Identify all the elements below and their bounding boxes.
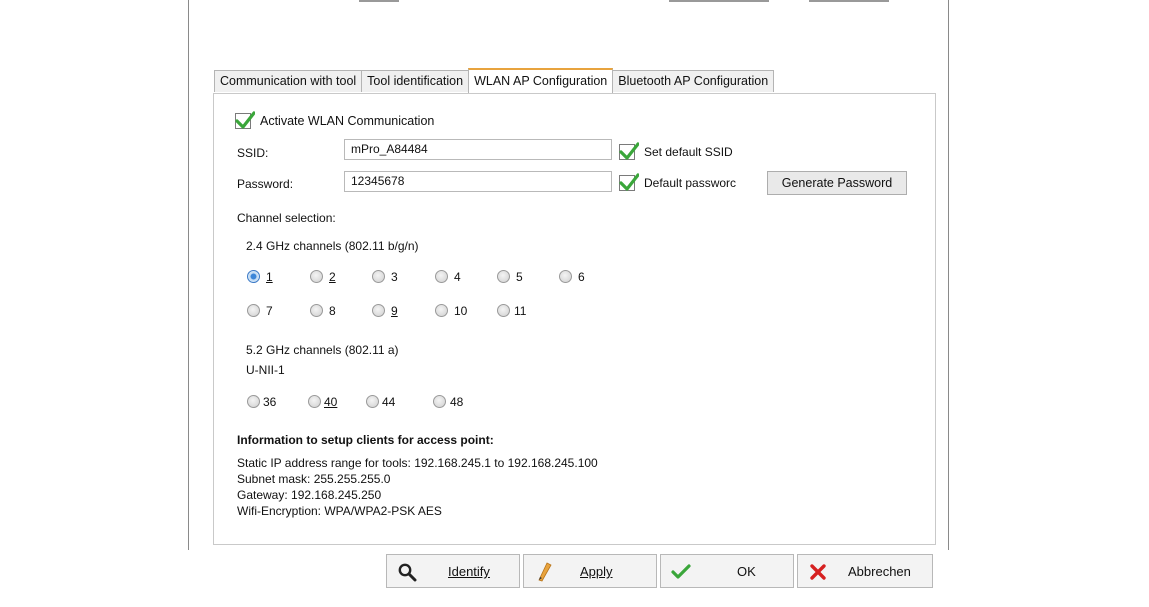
band-52ghz-label: 5.2 GHz channels (802.11 a) (246, 343, 399, 357)
channel-selection-label: Channel selection: (237, 211, 336, 225)
tab-strip: Communication with tool Tool identificat… (214, 68, 775, 93)
password-label: Password: (237, 177, 294, 191)
channel-7-radio[interactable] (247, 304, 260, 317)
channel-40-label: 40 (324, 395, 338, 409)
channel-7-label: 7 (266, 304, 273, 318)
tab-wlan-ap-configuration[interactable]: WLAN AP Configuration (468, 68, 614, 93)
channel-8-radio[interactable] (310, 304, 323, 317)
ssid-input[interactable]: mPro_A84484 (344, 139, 612, 160)
magnifier-icon (398, 563, 417, 582)
channel-44-label: 44 (382, 395, 396, 409)
tab-bluetooth-ap-configuration[interactable]: Bluetooth AP Configuration (612, 70, 775, 92)
top-toolbar-remnant (359, 0, 399, 2)
identify-button-label: Identify (448, 564, 490, 579)
checkmark-icon (619, 173, 639, 191)
channel-6-radio[interactable] (559, 270, 572, 283)
password-input[interactable]: 12345678 (344, 171, 612, 192)
channel-10-label: 10 (454, 304, 468, 318)
identify-button[interactable]: Identify (386, 554, 520, 588)
pencil-icon (538, 562, 552, 582)
wlan-config-panel: Activate WLAN Communication SSID: mPro_A… (213, 93, 936, 545)
channel-2-radio[interactable] (310, 270, 323, 283)
tab-communication-with-tool[interactable]: Communication with tool (214, 70, 363, 92)
checkmark-icon (671, 564, 691, 579)
checkmark-icon (235, 111, 255, 129)
channel-4-radio[interactable] (435, 270, 448, 283)
activate-wlan-label: Activate WLAN Communication (260, 114, 435, 128)
channel-36-label: 36 (263, 395, 277, 409)
apply-button[interactable]: Apply (523, 554, 657, 588)
channel-11-label: 11 (514, 304, 527, 318)
encryption-text: Wifi-Encryption: WPA/WPA2-PSK AES (237, 504, 442, 518)
channel-3-radio[interactable] (372, 270, 385, 283)
channel-10-radio[interactable] (435, 304, 448, 317)
channel-2-label: 2 (329, 270, 336, 284)
channel-8-label: 8 (329, 304, 336, 318)
channel-1-radio[interactable] (247, 270, 260, 283)
set-default-ssid-checkbox[interactable] (619, 142, 639, 160)
channel-11-radio[interactable] (497, 304, 510, 317)
client-info-heading: Information to setup clients for access … (237, 433, 494, 447)
wlan-settings-dialog: Communication with tool Tool identificat… (188, 0, 949, 605)
checkmark-icon (619, 142, 639, 160)
channel-44-radio[interactable] (366, 395, 379, 408)
ok-button[interactable]: OK (660, 554, 794, 588)
subnet-mask-text: Subnet mask: 255.255.255.0 (237, 472, 391, 486)
top-toolbar-remnant (809, 0, 889, 2)
gateway-text: Gateway: 192.168.245.250 (237, 488, 382, 502)
apply-button-label: Apply (580, 564, 613, 579)
dialog-button-bar: Identify Apply OK Abbrechen (188, 550, 949, 605)
channel-1-label: 1 (266, 270, 273, 284)
channel-3-label: 3 (391, 270, 398, 284)
channel-9-label: 9 (391, 304, 398, 318)
channel-48-radio[interactable] (433, 395, 446, 408)
set-default-ssid-label: Set default SSID (644, 145, 733, 159)
channel-40-radio[interactable] (308, 395, 321, 408)
cancel-button[interactable]: Abbrechen (797, 554, 933, 588)
ip-range-text: Static IP address range for tools: 192.1… (237, 456, 598, 470)
channel-48-label: 48 (450, 395, 464, 409)
default-password-checkbox[interactable] (619, 173, 639, 191)
channel-6-label: 6 (578, 270, 585, 284)
channel-5-radio[interactable] (497, 270, 510, 283)
channel-9-radio[interactable] (372, 304, 385, 317)
channel-5-label: 5 (516, 270, 523, 284)
band-24ghz-label: 2.4 GHz channels (802.11 b/g/n) (246, 239, 419, 253)
tab-tool-identification[interactable]: Tool identification (361, 70, 470, 92)
ok-button-label: OK (737, 564, 756, 579)
channel-4-label: 4 (454, 270, 461, 284)
channel-36-radio[interactable] (247, 395, 260, 408)
activate-wlan-checkbox[interactable] (235, 111, 255, 129)
cancel-button-label: Abbrechen (848, 564, 911, 579)
ssid-label: SSID: (237, 146, 269, 160)
generate-password-button[interactable]: Generate Password (767, 171, 907, 195)
close-icon (810, 564, 826, 580)
default-password-label: Default passworc (644, 176, 737, 190)
top-toolbar-remnant (669, 0, 769, 2)
unii-1-label: U-NII-1 (246, 363, 285, 377)
